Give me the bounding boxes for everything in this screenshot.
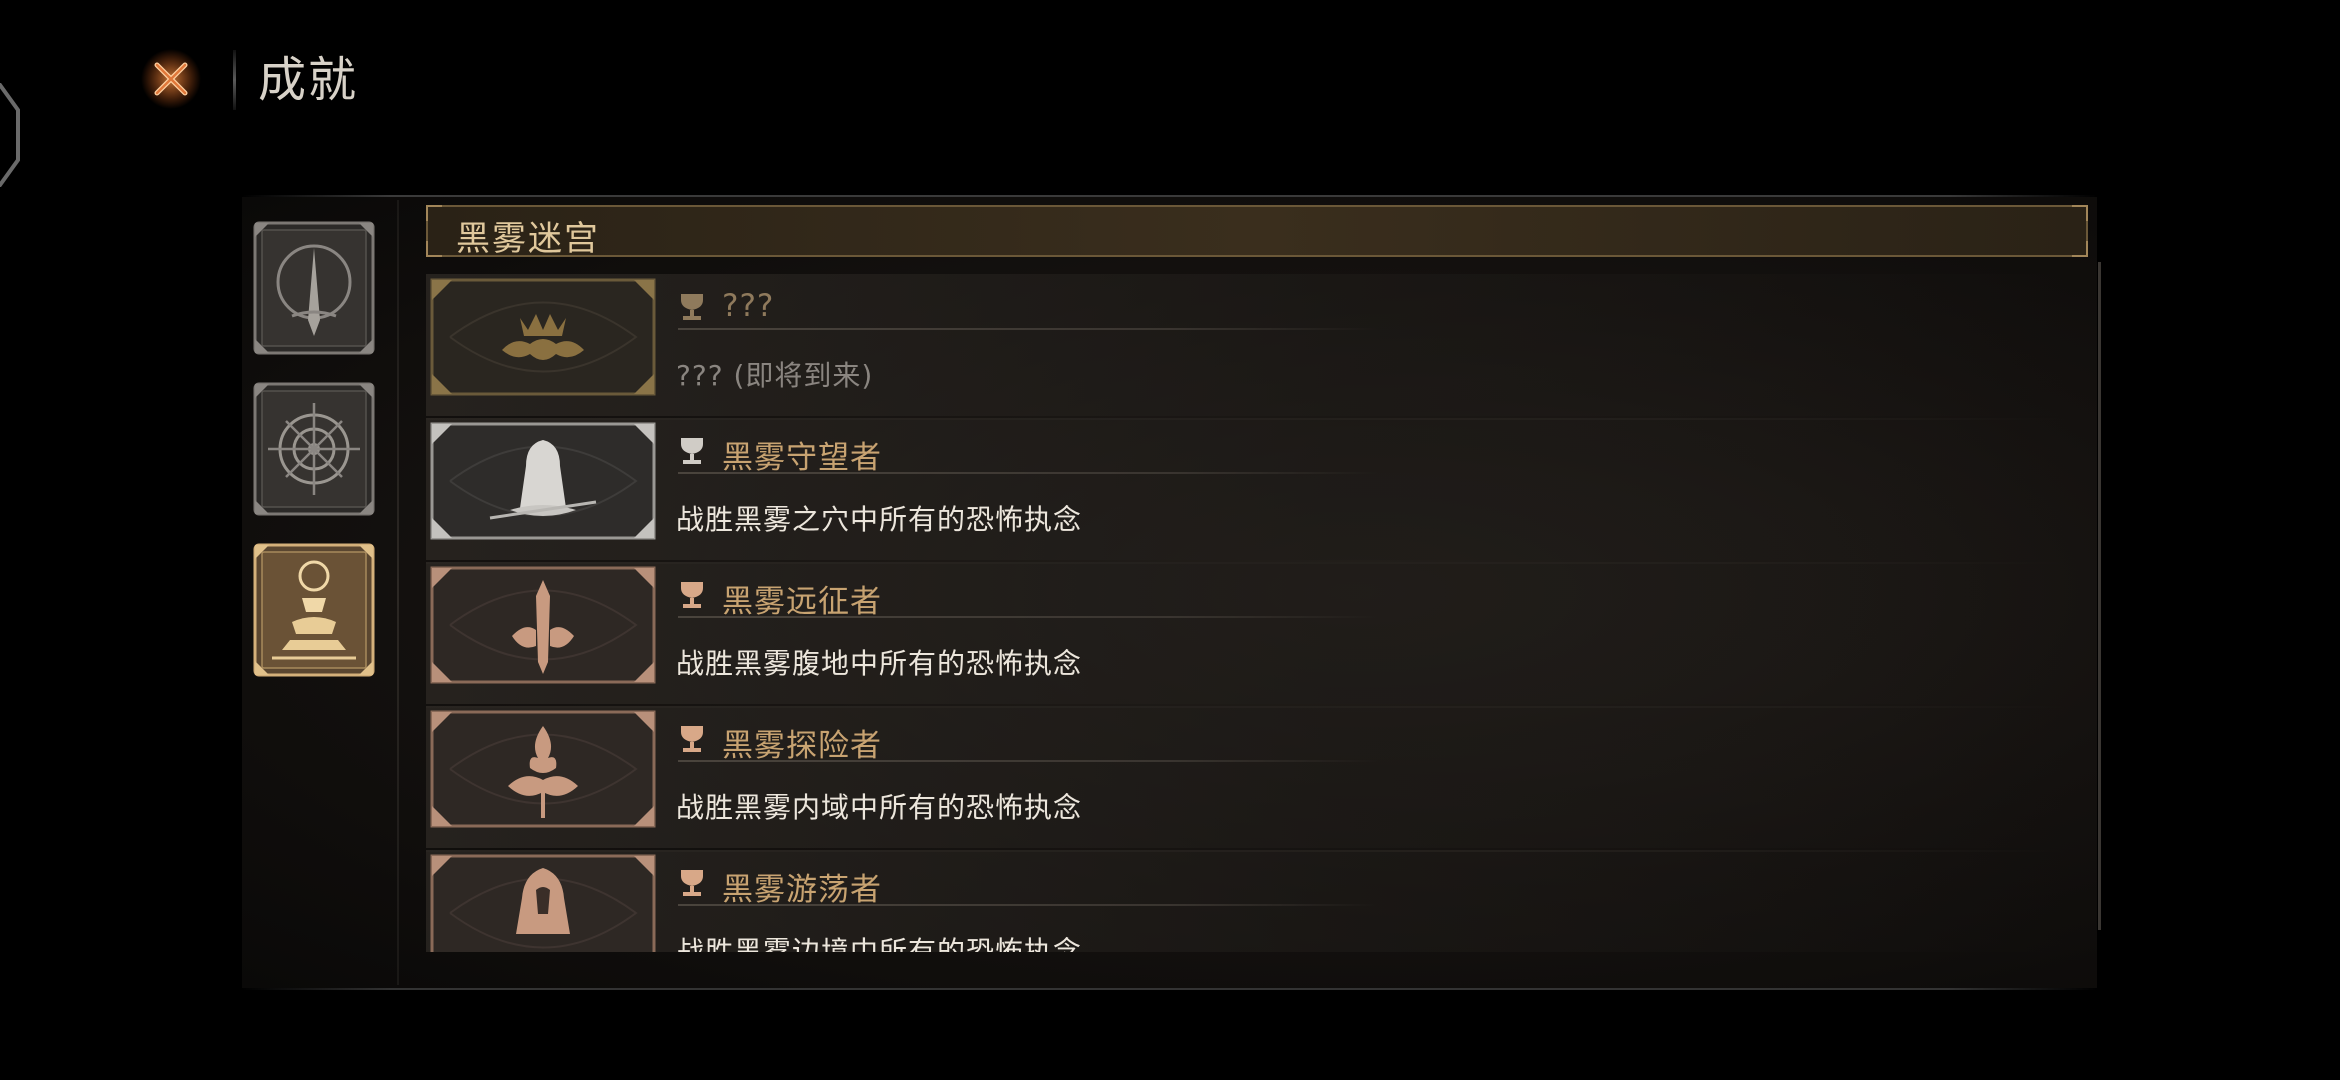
achievement-icon-frame — [430, 710, 656, 828]
achievement-title: 黑雾远征者 — [722, 584, 882, 620]
achievement-row[interactable]: ??? ??? (即将到来) — [426, 274, 2066, 420]
achievement-icon-frame — [430, 422, 656, 540]
list-category-title: 黑雾迷宫 — [456, 219, 600, 259]
header-corner — [2072, 241, 2088, 257]
header-corner — [426, 205, 442, 221]
achievement-icon-frame — [430, 854, 656, 952]
panel-top-border — [242, 195, 2097, 197]
flame-cloud-icon — [430, 710, 656, 828]
crosshair-compass-icon — [253, 382, 375, 516]
category-tab-2[interactable] — [252, 381, 376, 517]
crown-cloud-icon — [430, 278, 656, 396]
row-background — [426, 274, 2066, 416]
sword-cloud-icon — [430, 566, 656, 684]
title-underline — [678, 904, 1378, 906]
achievement-description: ??? (即将到来) — [676, 359, 874, 392]
trophy-icon — [681, 870, 703, 896]
trophy-icon — [681, 438, 703, 464]
title-underline — [678, 760, 1378, 762]
category-tab-3[interactable] — [252, 542, 376, 678]
category-tab-1[interactable] — [252, 220, 376, 356]
achievement-description: 战胜黑雾之穴中所有的恐怖执念 — [676, 503, 1083, 536]
title-underline — [678, 328, 1378, 330]
achievement-title: ??? — [722, 288, 775, 324]
achievement-description: 战胜黑雾腹地中所有的恐怖执念 — [676, 647, 1083, 680]
achievement-title: 黑雾游荡者 — [722, 872, 882, 908]
edge-hex-fragment — [0, 83, 20, 187]
row-background — [426, 706, 2066, 848]
achievement-row[interactable]: 黑雾游荡者 战胜黑雾边境中所有的恐怖执念 — [426, 850, 2066, 952]
title-underline — [678, 472, 1378, 474]
hooded-wanderer-icon — [430, 854, 656, 952]
header-corner — [426, 241, 442, 257]
spire-sigil-icon — [253, 221, 375, 355]
sidebar-divider — [397, 200, 399, 985]
trophy-icon — [681, 726, 703, 752]
achievement-title: 黑雾守望者 — [722, 440, 882, 476]
page-title: 成就 — [258, 52, 359, 108]
list-scrollbar[interactable] — [2098, 262, 2101, 930]
achievement-description: 战胜黑雾内域中所有的恐怖执念 — [676, 791, 1083, 824]
achievement-description: 战胜黑雾边境中所有的恐怖执念 — [676, 935, 1083, 952]
hooded-watcher-icon — [430, 422, 656, 540]
achievement-title: 黑雾探险者 — [722, 728, 882, 764]
title-underline — [678, 616, 1378, 618]
header-corner — [2072, 205, 2088, 221]
row-background — [426, 418, 2066, 560]
close-icon — [141, 49, 201, 109]
achievement-row[interactable]: 黑雾守望者 战胜黑雾之穴中所有的恐怖执念 — [426, 418, 2066, 564]
close-button[interactable] — [140, 48, 202, 110]
panel-bottom-border — [242, 988, 2097, 990]
trophy-icon — [681, 582, 703, 608]
achievement-list[interactable]: ??? ??? (即将到来) 黑雾守望者 战胜黑雾之穴中所有的恐怖执念 黑雾远征… — [426, 262, 2096, 952]
row-background — [426, 562, 2066, 704]
header-divider — [233, 50, 236, 110]
achievement-icon-frame — [430, 566, 656, 684]
achievement-row[interactable]: 黑雾探险者 战胜黑雾内域中所有的恐怖执念 — [426, 706, 2066, 852]
row-background — [426, 850, 2066, 952]
achievement-row[interactable]: 黑雾远征者 战胜黑雾腹地中所有的恐怖执念 — [426, 562, 2066, 708]
list-category-header: 黑雾迷宫 — [426, 205, 2088, 259]
achievement-icon-frame — [430, 278, 656, 396]
altar-relic-icon — [253, 543, 375, 677]
trophy-icon — [681, 294, 703, 320]
